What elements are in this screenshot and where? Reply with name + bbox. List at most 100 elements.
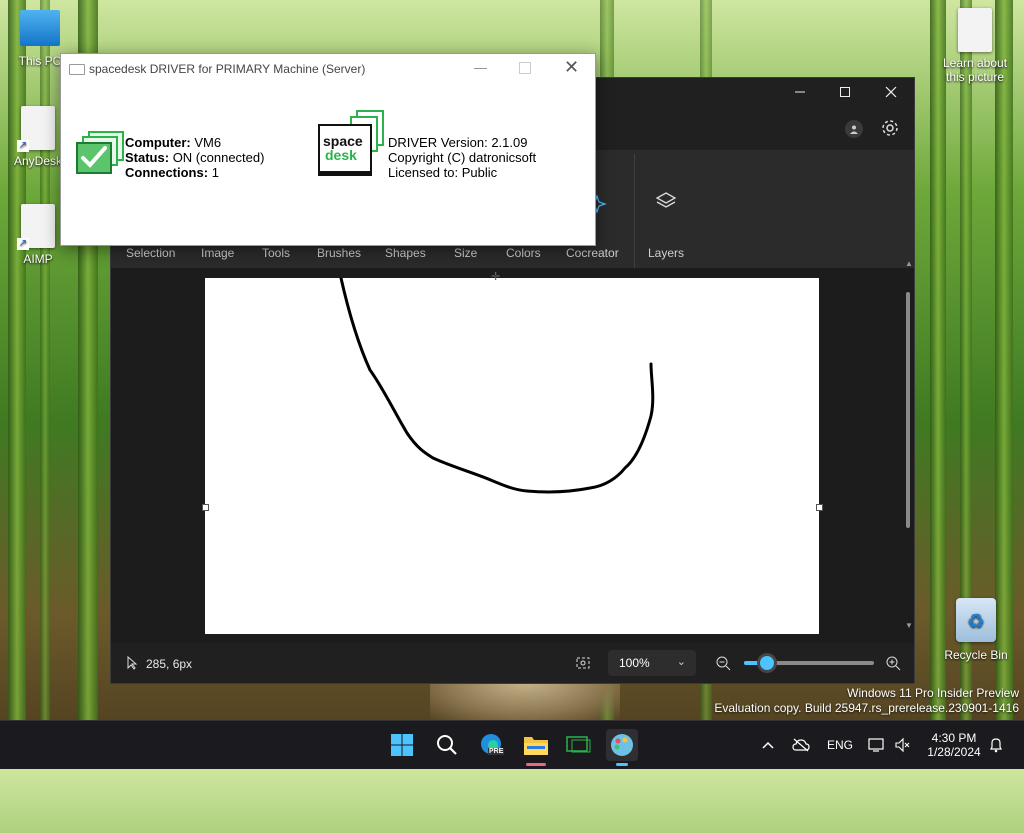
computer-icon — [20, 10, 60, 46]
status-label: Status: — [125, 150, 170, 165]
folder-icon — [524, 737, 548, 755]
resize-handle[interactable] — [816, 504, 823, 511]
close-icon — [885, 86, 897, 98]
scrollbar-thumb[interactable] — [906, 292, 910, 528]
ribbon-tab-tools[interactable]: Tools — [262, 246, 290, 260]
pointer-icon — [127, 655, 138, 670]
ribbon-tab-cocreator[interactable]: Cocreator — [566, 246, 619, 260]
copyright: Copyright (C) datronicsoft — [388, 150, 537, 165]
account-button[interactable] — [845, 120, 863, 138]
taskbar-file-explorer[interactable] — [520, 729, 552, 766]
scroll-up-icon[interactable]: ▲ — [905, 260, 913, 268]
driver-info: DRIVER Version: 2.1.09 Copyright (C) dat… — [388, 135, 536, 180]
license: Licensed to: Public — [388, 165, 498, 180]
minimize-button[interactable]: — — [474, 60, 487, 75]
windows-icon — [391, 734, 413, 756]
show-hidden-icons[interactable] — [762, 721, 774, 769]
layers-icon — [655, 192, 677, 208]
scroll-down-icon[interactable]: ▼ — [905, 622, 913, 630]
volume-muted-icon — [895, 737, 910, 753]
fit-to-window-button[interactable] — [575, 655, 591, 671]
running-indicator — [616, 763, 628, 766]
search-button[interactable] — [431, 729, 463, 761]
watermark-line: Windows 11 Pro Insider Preview — [847, 686, 1019, 700]
zoom-slider[interactable] — [744, 656, 874, 670]
connections-label: Connections: — [125, 165, 209, 180]
file-icon — [958, 8, 992, 52]
ribbon-tab-size[interactable]: Size — [454, 246, 477, 260]
paint-icon — [611, 734, 633, 756]
dialog-title: spacedesk DRIVER for PRIMARY Machine (Se… — [89, 62, 366, 76]
file-icon: ↗ — [17, 204, 55, 250]
ribbon-tab-shapes[interactable]: Shapes — [385, 246, 426, 260]
ribbon-tab-image[interactable]: Image — [201, 246, 234, 260]
resize-handle[interactable] — [202, 504, 209, 511]
zoom-dropdown[interactable]: 100% ⌄ — [608, 650, 696, 676]
onedrive-tray[interactable] — [792, 721, 810, 769]
dialog-titlebar[interactable]: spacedesk DRIVER for PRIMARY Machine (Se… — [61, 54, 595, 84]
driver-version: DRIVER Version: 2.1.09 — [388, 135, 528, 150]
taskbar-edge-preview[interactable]: PRE — [476, 729, 508, 761]
clock-date: 1/28/2024 — [927, 745, 981, 759]
ribbon-tab-selection[interactable]: Selection — [126, 246, 175, 260]
shortcut-arrow-icon: ↗ — [17, 238, 29, 250]
close-button[interactable] — [868, 78, 914, 106]
person-icon — [850, 125, 858, 134]
search-icon — [437, 735, 457, 755]
spacedesk-tray-icon — [566, 736, 591, 753]
desktop-icon-label: Recycle Bin — [944, 648, 1008, 662]
drawing-canvas[interactable] — [202, 278, 823, 634]
minimize-button[interactable] — [777, 78, 823, 106]
language-indicator[interactable]: ENG — [827, 721, 853, 769]
language-label: ENG — [827, 738, 854, 752]
desktop-icon-learn-about-picture[interactable]: Learn about this picture — [938, 8, 1012, 84]
ribbon-tab-layers[interactable]: Layers — [648, 246, 684, 260]
canvas-area: ✛ ▲ ▼ — [111, 260, 914, 643]
zoom-in-icon — [886, 656, 901, 671]
start-button[interactable] — [386, 729, 418, 761]
zoom-slider-thumb[interactable] — [760, 656, 775, 670]
notification-bell-icon — [990, 738, 1002, 753]
drawn-stroke — [339, 278, 655, 494]
status-bar: 285, 6px 100% ⌄ — [111, 643, 914, 683]
ribbon-tab-brushes[interactable]: Brushes — [317, 246, 361, 260]
zoom-value: 100% — [619, 656, 650, 670]
desktop-icon-recycle-bin[interactable]: ♻ Recycle Bin — [942, 598, 1010, 662]
maximize-icon — [840, 87, 850, 97]
connection-info: Computer: VM6 Status: ON (connected) Con… — [125, 135, 264, 180]
network-tray[interactable] — [868, 721, 886, 769]
minimize-icon — [795, 91, 805, 93]
desktop-icon-label: Learn about this picture — [942, 56, 1008, 84]
gear-icon — [882, 120, 898, 136]
logo-text-desk: desk — [325, 147, 357, 163]
cursor-crosshair-icon: ✛ — [491, 271, 501, 283]
notifications-button[interactable] — [988, 721, 1004, 769]
maximize-button[interactable] — [822, 78, 868, 106]
edge-pre-badge: PRE — [488, 748, 505, 755]
network-icon — [868, 738, 884, 752]
taskbar-paint[interactable] — [606, 729, 638, 766]
logo-text-space: space — [323, 133, 363, 149]
taskbar-spacedesk[interactable] — [563, 729, 595, 761]
chevron-up-icon — [762, 741, 774, 749]
maximize-button[interactable] — [519, 62, 531, 74]
ribbon-tab-colors[interactable]: Colors — [506, 246, 541, 260]
layers-tool[interactable] — [654, 190, 678, 214]
zoom-out-button[interactable] — [715, 655, 731, 674]
close-button[interactable]: ✕ — [564, 57, 579, 78]
computer-label: Computer: — [125, 135, 191, 150]
windows-watermark: Windows 11 Pro Insider Preview Evaluatio… — [714, 686, 1019, 716]
clock[interactable]: 4:30 PM 1/28/2024 — [922, 721, 986, 769]
running-indicator — [526, 763, 546, 766]
desktop-icon-label: AIMP — [23, 252, 53, 266]
watermark-line: Evaluation copy. Build 25947.rs_prerelea… — [714, 701, 1019, 715]
recycle-bin-icon: ♻ — [956, 598, 996, 642]
svg-text:♻: ♻ — [967, 611, 985, 633]
chevron-down-icon: ⌄ — [676, 656, 686, 668]
zoom-in-button[interactable] — [885, 655, 901, 674]
connections-value: 1 — [211, 165, 219, 180]
spacedesk-dialog[interactable]: spacedesk DRIVER for PRIMARY Machine (Se… — [60, 53, 596, 246]
spacedesk-status-icon — [76, 131, 124, 174]
volume-tray[interactable] — [894, 721, 910, 769]
settings-button[interactable] — [879, 117, 901, 139]
